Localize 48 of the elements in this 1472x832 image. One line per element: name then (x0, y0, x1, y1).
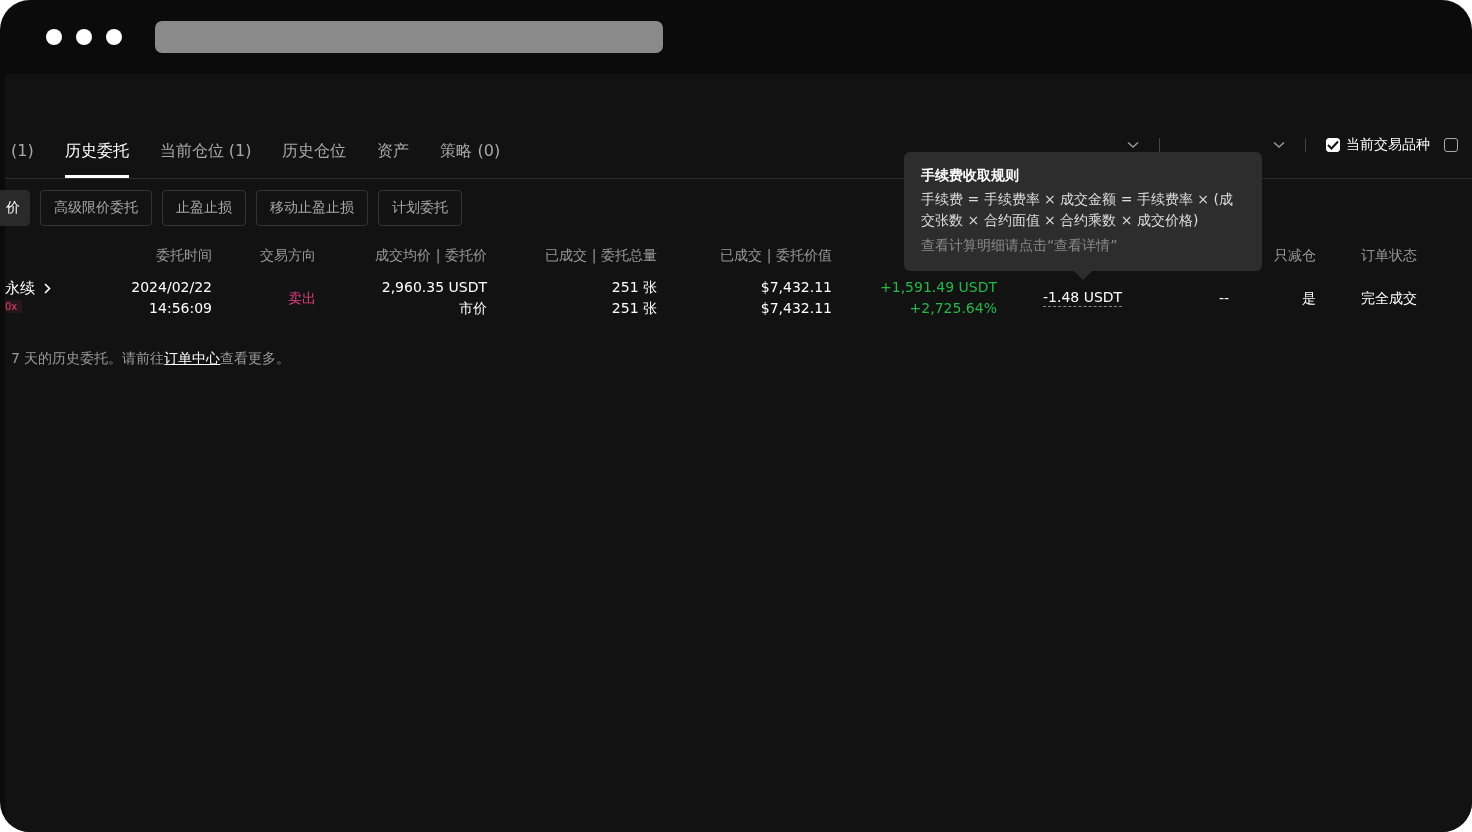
filter-button[interactable]: 高级限价委托 (40, 190, 152, 226)
table-cell-text: 2024/02/22 (131, 278, 212, 297)
window-control-icon[interactable] (106, 29, 122, 45)
column-header: 只减仓 (1274, 247, 1316, 265)
order-center-link[interactable]: 订单中心 (164, 350, 221, 366)
tab[interactable]: 历史仓位 (282, 135, 347, 178)
chevron-down-icon (1273, 141, 1285, 149)
column-header: 委托时间 (156, 247, 212, 265)
filter-button[interactable]: 止盈止损 (162, 190, 246, 226)
window-control-icon[interactable] (76, 29, 92, 45)
table-cell-text: +1,591.49 USDT (880, 278, 997, 297)
table-cell-text: +2,725.64% (909, 299, 997, 318)
chevron-right-icon (44, 282, 51, 294)
tab[interactable]: 策略 (0) (440, 135, 501, 178)
column-header: 成交均价 | 委托价 (375, 247, 487, 265)
filter-button[interactable]: 移动止盈止损 (256, 190, 368, 226)
fee-value[interactable]: -1.48 USDT (1043, 289, 1123, 307)
tab[interactable]: 资产 (377, 135, 410, 178)
column-header: 交易方向 (260, 247, 316, 265)
table-cell-text: 完全成交 (1361, 288, 1417, 308)
window-control-icon[interactable] (46, 29, 62, 45)
leverage-tag: 0x (5, 300, 23, 313)
table-cell-text: 251 张 (611, 278, 657, 297)
column-header: 已成交 | 委托价值 (720, 247, 832, 265)
filter-button[interactable]: 计划委托 (378, 190, 462, 226)
tab[interactable]: 当前仓位 (1) (159, 135, 252, 178)
tooltip-text: 手续费 = 手续费率 × 成交金额 = 手续费率 × (成交张数 × 合约面值 × 合约乘数 × 成交价格) (921, 190, 1234, 230)
table-cell-text: 251 张 (611, 299, 657, 318)
checkbox[interactable] (1444, 138, 1458, 152)
product-link[interactable]: 永续 (5, 278, 51, 298)
table-cell-text: $7,432.11 (760, 278, 832, 297)
column-header: 订单状态 (1361, 247, 1417, 265)
tooltip-title: 手续费收取规则 (921, 166, 1020, 185)
table-cell-text: $7,432.11 (760, 299, 832, 318)
chevron-down-icon (1127, 141, 1139, 149)
table-cell-text: 市价 (459, 299, 487, 318)
table-cell-text: 2,960.35 USDT (381, 278, 487, 297)
column-header: 已成交 | 委托总量 (545, 247, 657, 265)
table-cell-text: -- (1218, 288, 1229, 308)
table-cell-text: 卖出 (288, 288, 316, 308)
tooltip-hint: 查看计算明细请点击“查看详情” (921, 236, 1119, 255)
table-cell-text: 是 (1302, 288, 1316, 308)
checkbox-label[interactable]: 当前交易品种 (1346, 136, 1430, 154)
tab[interactable]: (1) (11, 135, 34, 178)
filter-button[interactable]: 价 (0, 190, 30, 226)
table-cell-text: 14:56:09 (149, 299, 212, 318)
footer-note: 7 天的历史委托。请前往订单中心查看更多。 (11, 350, 292, 368)
tab[interactable]: 历史委托 (64, 135, 129, 178)
